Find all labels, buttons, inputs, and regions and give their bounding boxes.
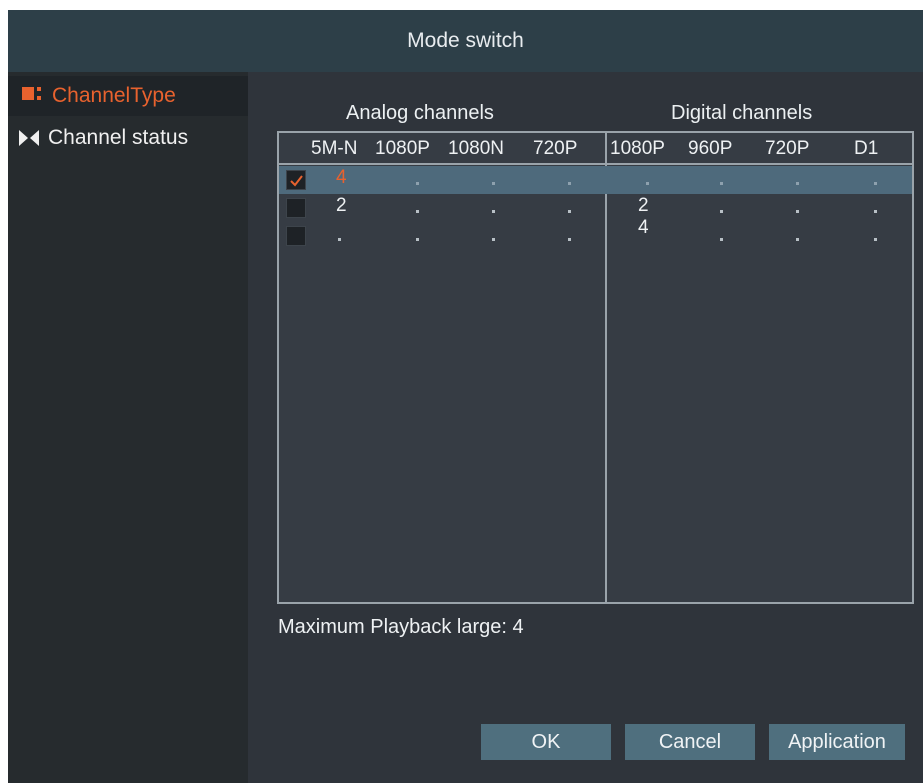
cell-dot <box>720 182 723 185</box>
cell-dot <box>492 182 495 185</box>
checkmark-icon <box>290 175 303 187</box>
cell-dot <box>338 238 341 241</box>
cell-dot <box>492 238 495 241</box>
cell-dot <box>796 238 799 241</box>
header-analog-1080p: 1080P <box>375 138 430 159</box>
row-checkbox[interactable] <box>286 170 306 190</box>
cell-dot <box>416 238 419 241</box>
cell-dot <box>874 238 877 241</box>
digital-channels-title: Digital channels <box>671 102 813 124</box>
header-digital-1080p: 1080P <box>610 138 665 159</box>
sidebar-item-label: ChannelType <box>52 84 176 107</box>
header-analog-720p: 720P <box>533 138 578 159</box>
table-row[interactable]: 4 <box>279 217 912 250</box>
cell-dot <box>720 238 723 241</box>
cell-5m-n: 2 <box>336 195 347 216</box>
sidebar-item-label: Channel status <box>48 126 189 149</box>
table-row[interactable]: 4 <box>279 166 912 194</box>
cell-dot <box>416 210 419 213</box>
channel-status-icon <box>8 118 48 158</box>
cell-dot <box>568 238 571 241</box>
row-checkbox[interactable] <box>286 198 306 218</box>
cell-digital-1080p: 2 <box>638 195 649 216</box>
cell-dot <box>796 182 799 185</box>
sidebar: ChannelType Channel status <box>8 72 248 783</box>
cell-5m-n: 4 <box>336 167 347 188</box>
table-row[interactable]: 2 2 <box>279 194 912 222</box>
application-button[interactable]: Application <box>769 724 905 760</box>
header-1080n: 1080N <box>448 138 504 159</box>
analog-channels-title: Analog channels <box>346 102 494 124</box>
channel-type-icon <box>8 76 48 116</box>
header-5m-n: 5M-N <box>311 138 358 159</box>
cell-dot <box>720 210 723 213</box>
sidebar-item-channel-status[interactable]: Channel status <box>8 118 248 158</box>
cell-dot <box>874 182 877 185</box>
cell-dot <box>874 210 877 213</box>
cell-digital-1080p: 4 <box>638 217 649 238</box>
max-playback-label: Maximum Playback large: 4 <box>278 616 524 638</box>
sidebar-item-channel-type[interactable]: ChannelType <box>8 76 248 116</box>
header-960p: 960P <box>688 138 733 159</box>
header-divider <box>279 163 912 165</box>
header-d1: D1 <box>854 138 879 159</box>
cell-dot <box>568 210 571 213</box>
cell-dot <box>492 210 495 213</box>
window-title: Mode switch <box>8 10 923 72</box>
header-digital-720p: 720P <box>765 138 810 159</box>
ok-button[interactable]: OK <box>481 724 611 760</box>
cell-dot <box>416 182 419 185</box>
row-checkbox[interactable] <box>286 226 306 246</box>
mode-switch-window: Mode switch ChannelType Channel status A… <box>8 10 923 783</box>
cell-dot <box>568 182 571 185</box>
cell-dot <box>796 210 799 213</box>
channel-table: 5M-N 1080P 1080N 720P 1080P 960P 720P D1… <box>277 131 914 604</box>
cancel-button[interactable]: Cancel <box>625 724 755 760</box>
cell-dot <box>646 182 649 185</box>
main-panel: Analog channels Digital channels 5M-N 10… <box>248 72 923 783</box>
